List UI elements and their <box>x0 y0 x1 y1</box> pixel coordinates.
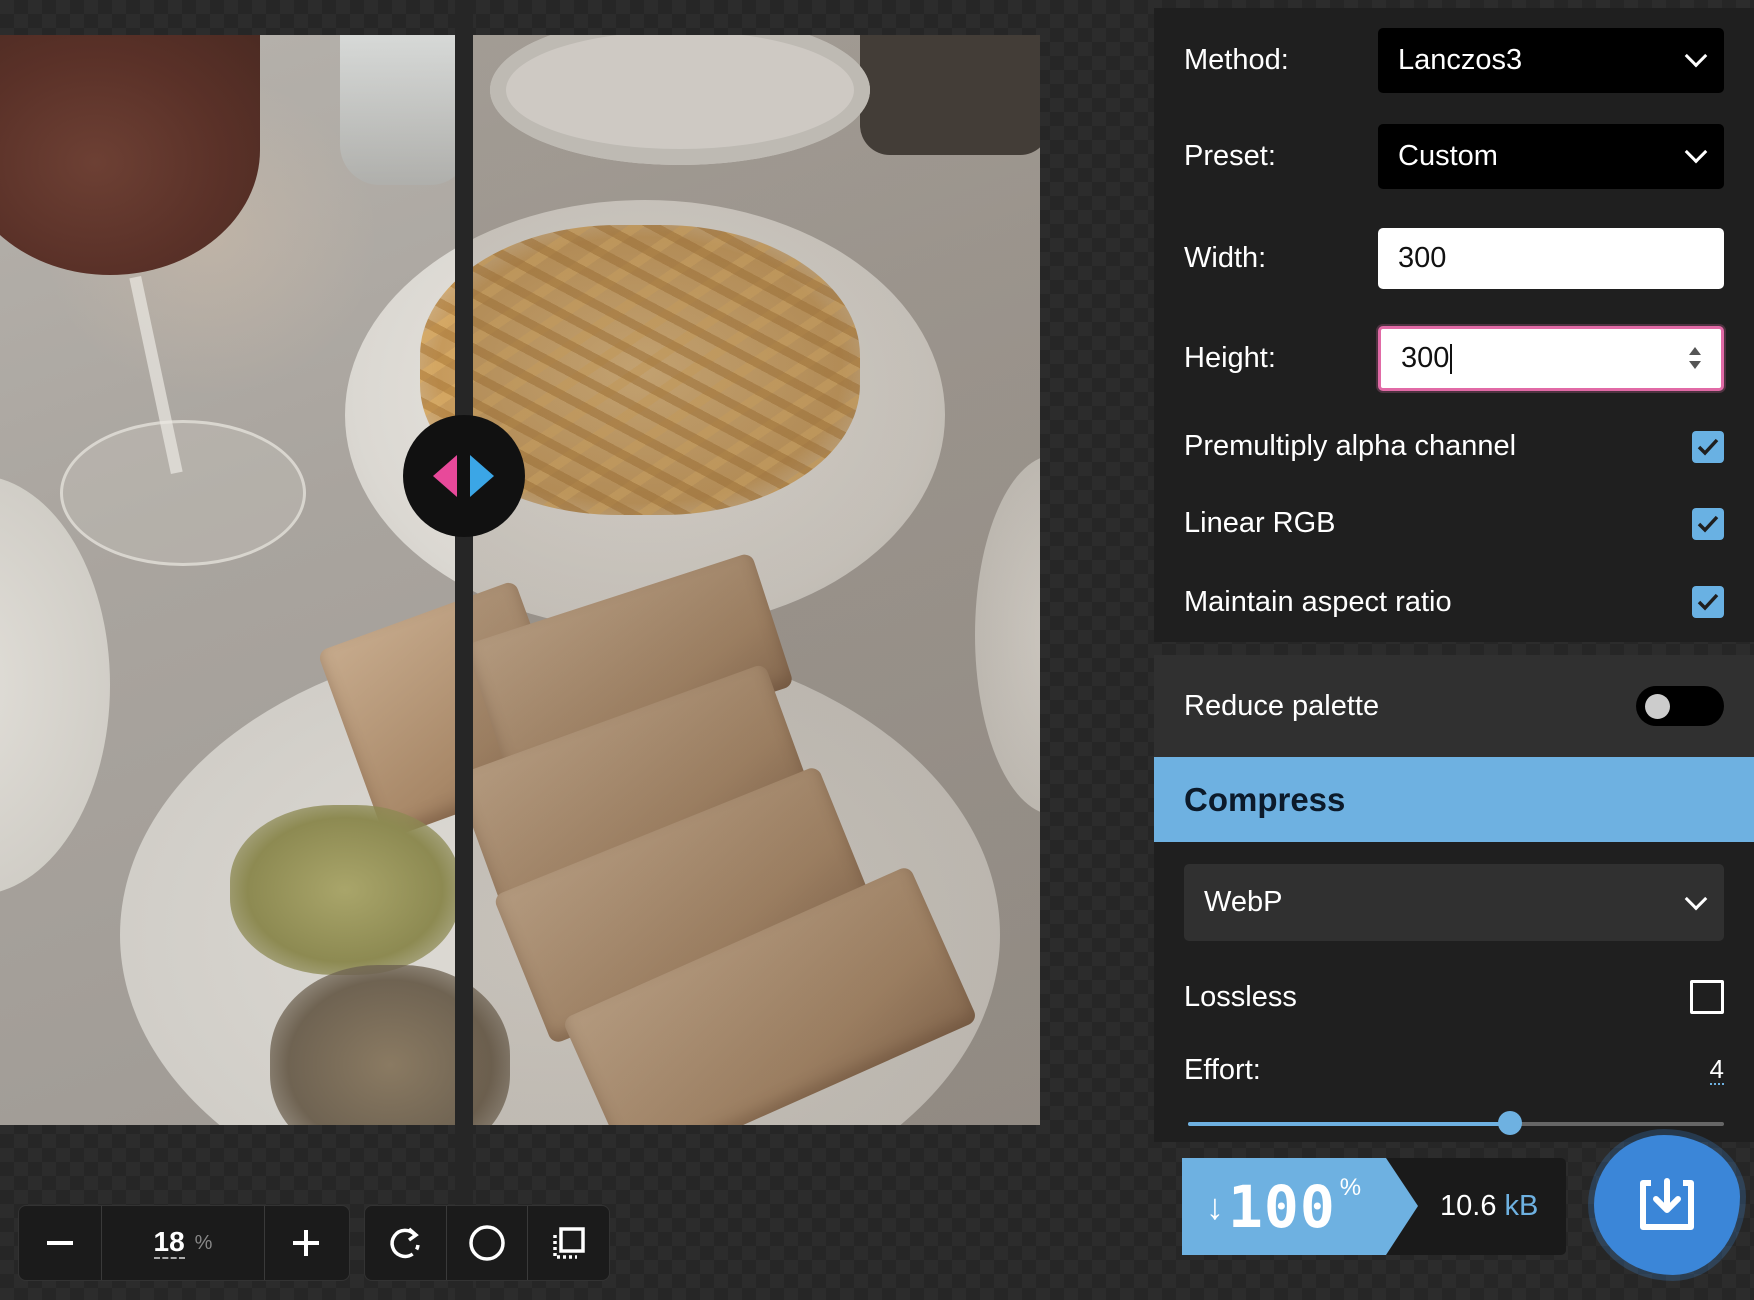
rotate-button[interactable] <box>365 1206 446 1280</box>
savings-unit: % <box>1339 1174 1362 1201</box>
premultiply-label: Premultiply alpha channel <box>1184 430 1517 462</box>
format-value: WebP <box>1204 886 1283 918</box>
premultiply-checkbox[interactable] <box>1692 430 1724 463</box>
photo-region-right-plate <box>975 455 1040 815</box>
photo-region-wine-glass <box>0 35 260 275</box>
output-size: 10.6 kB <box>1440 1158 1538 1255</box>
method-value: Lanczos3 <box>1398 43 1523 76</box>
height-value: 300 <box>1401 341 1450 374</box>
effort-slider-thumb[interactable] <box>1497 1111 1522 1135</box>
zoom-level[interactable]: 18 % <box>102 1206 264 1280</box>
width-label: Width: <box>1184 241 1267 274</box>
minus-icon <box>47 1241 73 1245</box>
stepper-up-icon[interactable] <box>1689 347 1701 355</box>
output-size-unit: kB <box>1504 1190 1539 1222</box>
effort-value[interactable]: 4 <box>1709 1055 1724 1085</box>
method-row: Method: Lanczos3 <box>1154 8 1754 112</box>
zoom-unit: % <box>194 1231 213 1254</box>
lossless-label: Lossless <box>1184 980 1297 1013</box>
zoom-in-button[interactable] <box>265 1206 347 1280</box>
download-icon <box>1640 1178 1694 1230</box>
linear-rgb-label: Linear RGB <box>1184 507 1336 539</box>
preset-select[interactable]: Custom <box>1378 123 1724 189</box>
chevron-down-icon <box>1684 887 1708 910</box>
chevron-down-icon <box>1684 140 1708 164</box>
compress-options-panel: WebP Lossless Effort: 4 <box>1154 842 1754 1142</box>
width-row: Width: 300 <box>1154 208 1754 308</box>
method-select[interactable]: Lanczos3 <box>1378 27 1724 93</box>
output-size-value: 10.6 <box>1440 1190 1497 1222</box>
effort-label: Effort: <box>1184 1053 1261 1086</box>
height-input[interactable]: 300 <box>1378 325 1724 391</box>
preset-label: Preset: <box>1184 139 1276 172</box>
height-label: Height: <box>1184 341 1276 374</box>
chevron-down-icon <box>1684 44 1708 68</box>
check-icon <box>1697 515 1719 533</box>
height-row: Height: 300 <box>1154 308 1754 408</box>
photo-region-dark-bowl <box>860 35 1040 155</box>
photo-region-brown-dip <box>270 965 510 1125</box>
height-stepper[interactable] <box>1689 347 1701 369</box>
reduce-palette-row[interactable]: Reduce palette <box>1154 655 1754 757</box>
reduce-palette-toggle[interactable] <box>1636 686 1724 726</box>
compare-divider[interactable] <box>455 0 473 1300</box>
check-icon <box>1697 593 1719 611</box>
size-savings-badge: ↓ 100 % <box>1182 1158 1418 1255</box>
check-icon <box>1697 438 1719 456</box>
width-value: 300 <box>1398 241 1447 274</box>
effort-row: Effort: 4 <box>1184 1040 1724 1100</box>
linear-rgb-row[interactable]: Linear RGB <box>1154 485 1754 562</box>
background-toggle-button[interactable] <box>447 1206 528 1280</box>
lossless-checkbox[interactable] <box>1690 980 1724 1014</box>
zoom-value[interactable]: 18 <box>153 1227 185 1259</box>
lossless-row[interactable]: Lossless <box>1184 962 1724 1032</box>
zoom-out-button[interactable] <box>19 1206 101 1280</box>
plus-icon <box>293 1230 319 1256</box>
photo-region-top-plate <box>490 35 870 165</box>
premultiply-row[interactable]: Premultiply alpha channel <box>1154 408 1754 485</box>
text-cursor <box>1450 343 1453 374</box>
photo-region-water-glass <box>340 35 470 185</box>
image-preview[interactable] <box>0 35 1040 1125</box>
reduce-palette-label: Reduce palette <box>1184 689 1380 722</box>
preset-value: Custom <box>1398 139 1498 172</box>
width-input[interactable]: 300 <box>1378 227 1724 289</box>
toggle-knob <box>1645 694 1670 719</box>
zoom-controls: 18 % <box>18 1205 350 1281</box>
effort-slider-fill <box>1188 1122 1510 1126</box>
maintain-aspect-row[interactable]: Maintain aspect ratio <box>1154 562 1754 642</box>
crop-button[interactable] <box>528 1206 609 1280</box>
down-arrow-icon: ↓ <box>1206 1185 1224 1227</box>
download-button[interactable] <box>1594 1135 1740 1275</box>
photo-region-glass-base <box>60 420 306 566</box>
effort-slider[interactable] <box>1188 1111 1724 1135</box>
linear-rgb-checkbox[interactable] <box>1692 507 1724 540</box>
left-arrow-icon <box>433 455 457 497</box>
maintain-aspect-checkbox[interactable] <box>1692 586 1724 618</box>
circle-icon <box>469 1225 505 1261</box>
savings-value: 100 <box>1228 1172 1336 1241</box>
maintain-aspect-label: Maintain aspect ratio <box>1184 585 1452 618</box>
format-select[interactable]: WebP <box>1184 864 1724 941</box>
stepper-down-icon[interactable] <box>1689 361 1701 369</box>
photo-region-green-dip <box>230 805 460 975</box>
preset-row: Preset: Custom <box>1154 104 1754 208</box>
compress-header: Compress <box>1154 757 1754 842</box>
compare-slider-handle[interactable] <box>403 415 525 537</box>
image-tools <box>364 1205 610 1281</box>
resize-options-panel: Method: Lanczos3 Preset: Custom Width: 3… <box>1154 8 1754 642</box>
right-arrow-icon <box>470 455 494 497</box>
result-summary: ↓ 100 % 10.6 kB <box>1182 1158 1566 1255</box>
rotate-icon <box>390 1227 421 1259</box>
method-label: Method: <box>1184 43 1289 76</box>
crop-icon <box>552 1227 585 1259</box>
